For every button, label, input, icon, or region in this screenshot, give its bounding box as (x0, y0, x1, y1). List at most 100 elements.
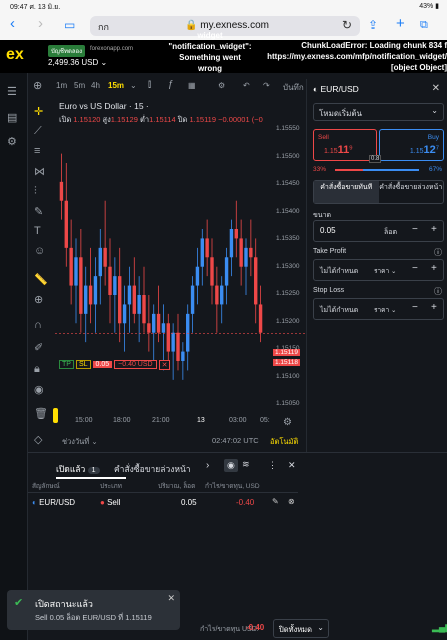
forward-icon[interactable]: › (38, 15, 43, 32)
close-panel-icon[interactable]: ✕ (432, 83, 440, 94)
minus-icon[interactable]: − (412, 263, 418, 274)
timeframe-5m[interactable]: 5m (74, 81, 85, 90)
zoom-in-icon[interactable]: ⊕ (34, 293, 43, 306)
utc-clock[interactable]: 02:47:02 UTC (212, 436, 259, 445)
crosshair-icon[interactable]: ✛ (34, 105, 43, 118)
signal-icon: ▂▄▆ (432, 622, 447, 632)
chunk-load-error: ChunkLoadError: Loading chunk 834 f http… (267, 41, 447, 72)
minus-icon[interactable]: − (412, 224, 418, 235)
ruler-icon[interactable]: 📏 (34, 273, 48, 286)
pattern-icon[interactable]: ⋈ (34, 165, 45, 178)
date-range-selector[interactable]: ช่วงวันที่ ⌄ (62, 436, 98, 448)
tab-market-order[interactable]: คำสั่งซื้อขายทันที (314, 181, 379, 203)
tabs-icon[interactable]: ⧉ (420, 19, 428, 32)
account-balance[interactable]: 2,499.36 USD ⌄ (48, 58, 107, 67)
fib-icon[interactable]: ≡ (34, 145, 40, 157)
undo-icon[interactable]: ↶ (243, 81, 250, 90)
minus-icon[interactable]: − (412, 302, 418, 313)
candle-body (103, 247, 107, 267)
close-all-button[interactable]: ปิดทั้งหมด ⌄ (273, 619, 329, 638)
candlestick-chart[interactable] (55, 97, 305, 427)
candle-type-icon[interactable]: ⫾ (148, 79, 151, 90)
chart-settings-icon[interactable]: ⚙ (283, 417, 292, 428)
sl-button[interactable]: SL (75, 360, 91, 369)
close-toast-icon[interactable]: ✕ (167, 593, 175, 604)
position-volume[interactable]: 0.05 (92, 361, 113, 368)
share-icon[interactable]: ⇪ (368, 18, 378, 32)
timeframe-1m[interactable]: 1m (56, 81, 67, 90)
tab-open-positions[interactable]: เปิดแล้ว 1 (56, 462, 100, 476)
plus-icon[interactable]: + (431, 302, 437, 313)
new-tab-icon[interactable]: + (396, 15, 405, 32)
candle-body (84, 285, 88, 314)
buy-button[interactable]: Buy 1.15127 (379, 129, 444, 161)
text-icon[interactable]: T (34, 225, 41, 237)
close-icon[interactable]: ✕ (288, 460, 296, 471)
trash-icon[interactable]: 🗑︎ (34, 407, 48, 420)
indicators-icon[interactable]: ƒ (168, 79, 174, 90)
tp-button[interactable]: TP (59, 360, 74, 369)
candle-body (210, 257, 214, 286)
lock-icon[interactable]: 🔒︎ (34, 363, 40, 376)
table-header: สัญลักษณ์ ประเภท ปริมาณ, ล็อต กำไร/ขาดทุ… (28, 478, 298, 493)
settings-icon[interactable]: ⚙ (7, 135, 17, 148)
sidebar-icon[interactable]: ▭ (64, 18, 75, 32)
edit-icon[interactable]: ✎ (272, 497, 279, 506)
save-label[interactable]: บันทึก (283, 81, 304, 94)
plus-icon[interactable]: + (431, 224, 437, 235)
account-type-badge[interactable]: บัญชีทดลอง (48, 45, 86, 57)
settings-icon[interactable]: ⚙ (218, 81, 225, 90)
auto-scale-toggle[interactable]: อัตโนมัติ (270, 436, 298, 448)
candle-body (234, 229, 238, 239)
menu-icon[interactable]: ☰ (7, 85, 17, 98)
close-position-icon[interactable]: ✕ (158, 359, 171, 370)
timeframe-4h[interactable]: 4h (91, 81, 100, 90)
tab-pending-orders[interactable]: คำสั่งซื้อขายล่วงหน้า (114, 462, 191, 476)
projection-icon[interactable]: ⫶ (34, 185, 37, 198)
more-icon[interactable]: ⋮ (268, 460, 277, 471)
divider (28, 452, 447, 453)
bid-price-label: 1.15119 (273, 349, 301, 356)
volume-input[interactable]: 0.05 ล็อต − + (313, 220, 444, 242)
timeframe-15m[interactable]: 15m (108, 81, 124, 90)
emoji-icon[interactable]: ☺ (34, 245, 45, 257)
sell-sentiment: 33% (313, 166, 327, 173)
layout-icon[interactable]: ▦ (188, 81, 196, 90)
tp-value: ไม่ได้กำหนด (320, 268, 359, 275)
sell-button[interactable]: Sell 1.15119 (313, 129, 377, 161)
tp-input[interactable]: ไม่ได้กำหนด ราคา ⌄ − + (313, 259, 444, 281)
eye-icon[interactable]: ◉ (34, 383, 44, 396)
layers-icon[interactable]: ≋ (242, 459, 250, 470)
chevron-down-icon[interactable]: ⌄ (130, 81, 137, 90)
candle-body (195, 266, 200, 286)
chevron-right-icon[interactable]: › (206, 460, 209, 471)
magnet-icon[interactable]: ∩ (34, 319, 42, 331)
reload-icon[interactable]: ↻ (342, 18, 352, 32)
add-indicator-icon[interactable]: ⊕ (33, 79, 42, 92)
position-line[interactable]: TP SL 0.05 −0.40 USD ✕ (59, 359, 171, 370)
trend-line-icon[interactable]: ⟋ (34, 125, 42, 138)
plus-icon[interactable]: + (431, 263, 437, 274)
object-tree-icon[interactable]: ◇ (34, 433, 42, 446)
toast-body: Sell 0.05 ล็อต EUR/USD ที่ 1.15119 (35, 613, 152, 622)
eye-icon[interactable]: ◉ (224, 459, 238, 472)
lock-drawing-icon[interactable]: ✐ (34, 341, 43, 354)
table-row[interactable]: ◐ EUR/USD ● Sell 0.05 -0.40 ✎ ⊗ (28, 494, 298, 512)
price-axis: 1.15550 1.15500 1.15450 1.15400 1.15350 1.153… (272, 97, 306, 437)
info-icon[interactable]: ⓘ (434, 247, 442, 258)
close-position-icon[interactable]: ⊗ (288, 497, 295, 506)
sl-input[interactable]: ไม่ได้กำหนด ราคา ⌄ − + (313, 298, 444, 320)
calendar-icon[interactable]: ▤ (7, 111, 17, 124)
back-icon[interactable]: ‹ (10, 15, 15, 32)
candle-body (127, 285, 132, 305)
candle-body (181, 351, 185, 361)
close-all-label: ปิดทั้งหมด (279, 625, 312, 634)
redo-icon[interactable]: ↷ (263, 81, 270, 90)
order-mode-select[interactable]: โหมดเริ่มต้น ⌄ (313, 103, 444, 121)
tab-pending-order[interactable]: คำสั่งซื้อขายล่วงหน้า (379, 181, 444, 203)
brush-icon[interactable]: ✎ (34, 205, 43, 218)
info-icon[interactable]: ⓘ (434, 286, 442, 297)
time-tick: 15:00 (75, 417, 93, 424)
chevron-down-icon: ⌄ (317, 623, 324, 632)
price-tick: 1.15450 (276, 180, 300, 187)
